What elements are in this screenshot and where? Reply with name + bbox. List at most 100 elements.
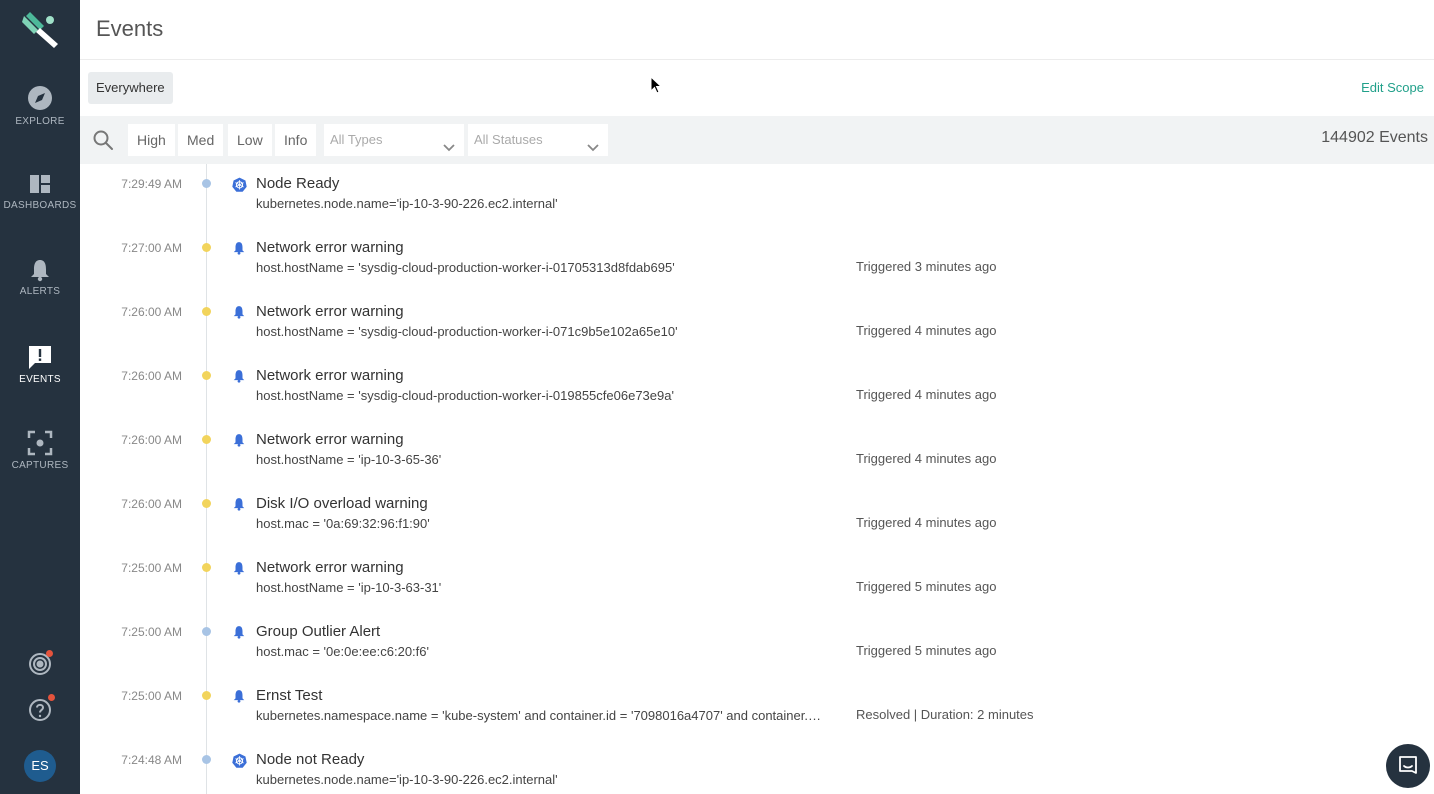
severity-dot — [202, 627, 211, 636]
event-title: Network error warning — [256, 431, 404, 448]
nav-dashboards-label: DASHBOARDS — [3, 200, 77, 211]
event-time: 7:26:00 AM — [121, 433, 182, 447]
severity-dot — [202, 371, 211, 380]
edit-scope-link[interactable]: Edit Scope — [1361, 80, 1424, 95]
event-title: Node not Ready — [256, 751, 365, 768]
event-row[interactable]: 7:25:00 AM Ernst Test kubernetes.namespace… — [80, 676, 1434, 740]
event-status: Triggered 3 minutes ago — [856, 259, 997, 274]
severity-dot — [202, 755, 211, 764]
event-row[interactable]: 7:26:00 AM Disk I/O overload warning host.… — [80, 484, 1434, 548]
mouse-cursor-icon — [650, 75, 663, 99]
event-status: Triggered 4 minutes ago — [856, 387, 997, 402]
event-scope: host.mac = '0a:69:32:96:f1:90' — [256, 516, 430, 531]
severity-low-button[interactable]: Low — [228, 124, 272, 156]
severity-high-button[interactable]: High — [128, 124, 175, 156]
event-alert-icon — [0, 344, 80, 370]
bell-icon — [232, 433, 246, 447]
nav-alerts[interactable]: ALERTS — [0, 258, 80, 328]
nav-alerts-label: ALERTS — [19, 286, 61, 297]
event-scope: host.hostName = 'ip-10-3-65-36' — [256, 452, 442, 467]
event-title: Ernst Test — [256, 687, 323, 704]
chat-button[interactable] — [1386, 744, 1430, 788]
event-row[interactable]: 7:26:00 AM Network error warning host.host… — [80, 292, 1434, 356]
notification-dot — [48, 694, 55, 701]
severity-med-button[interactable]: Med — [178, 124, 224, 156]
bell-icon — [0, 258, 80, 282]
search-icon[interactable] — [92, 129, 114, 156]
user-avatar[interactable]: ES — [24, 750, 56, 782]
event-title: Network error warning — [256, 239, 404, 256]
event-row[interactable]: 7:27:00 AM Network error warning host.host… — [80, 228, 1434, 292]
severity-dot — [202, 243, 211, 252]
kubernetes-icon — [232, 753, 247, 768]
event-scope: host.hostName = 'sysdig-cloud-production… — [256, 324, 678, 339]
bell-icon — [232, 305, 246, 319]
page-title: Events — [96, 16, 164, 41]
event-time: 7:26:00 AM — [121, 497, 182, 511]
statuses-select-value: All Statuses — [474, 132, 543, 147]
severity-info-button[interactable]: Info — [275, 124, 317, 156]
kubernetes-icon — [232, 177, 247, 192]
severity-dot — [202, 435, 211, 444]
event-scope: kubernetes.node.name='ip-10-3-90-226.ec2… — [256, 772, 558, 787]
bell-icon — [232, 497, 246, 511]
event-time: 7:26:00 AM — [121, 305, 182, 319]
dashboard-icon — [0, 172, 80, 196]
severity-dot — [202, 179, 211, 188]
event-status: Triggered 4 minutes ago — [856, 323, 997, 338]
event-title: Network error warning — [256, 303, 404, 320]
event-title: Network error warning — [256, 559, 404, 576]
severity-dot — [202, 691, 211, 700]
event-title: Node Ready — [256, 175, 340, 192]
event-row[interactable]: 7:29:49 AM Node Ready kubernetes.node.name… — [80, 164, 1434, 228]
page-header: Events — [80, 0, 1434, 60]
severity-dot — [202, 307, 211, 316]
nav-captures-label: CAPTURES — [11, 460, 69, 471]
event-time: 7:27:00 AM — [121, 241, 182, 255]
event-status: Triggered 5 minutes ago — [856, 643, 997, 658]
bell-icon — [232, 369, 246, 383]
event-time: 7:26:00 AM — [121, 369, 182, 383]
nav-explore[interactable]: EXPLORE — [0, 84, 80, 154]
event-time: 7:29:49 AM — [121, 177, 182, 191]
event-row[interactable]: 7:25:00 AM Group Outlier Alert host.mac = … — [80, 612, 1434, 676]
event-scope: kubernetes.node.name='ip-10-3-90-226.ec2… — [256, 196, 558, 211]
bell-icon — [232, 241, 246, 255]
statuses-select[interactable]: All Statuses — [468, 124, 608, 156]
chevron-down-icon — [442, 134, 456, 166]
event-row[interactable]: 7:26:00 AM Network error warning host.host… — [80, 356, 1434, 420]
event-time: 7:25:00 AM — [121, 561, 182, 575]
capture-icon — [0, 430, 80, 456]
help-icon[interactable] — [28, 698, 52, 722]
types-select[interactable]: All Types — [324, 124, 464, 156]
sysdig-logo-icon[interactable] — [20, 10, 60, 50]
event-row[interactable]: 7:26:00 AM Network error warning host.host… — [80, 420, 1434, 484]
event-title: Group Outlier Alert — [256, 623, 381, 640]
notification-dot — [46, 650, 53, 657]
scope-chip[interactable]: Everywhere — [88, 72, 173, 104]
nav-captures[interactable]: CAPTURES — [0, 430, 80, 500]
event-status: Triggered 4 minutes ago — [856, 451, 997, 466]
event-scope: kubernetes.namespace.name = 'kube-system… — [256, 708, 822, 723]
event-row[interactable]: 7:24:48 AM Node not Ready kubernetes.node.… — [80, 740, 1434, 794]
event-scope: host.hostName = 'ip-10-3-63-31' — [256, 580, 442, 595]
event-status: Resolved | Duration: 2 minutes — [856, 707, 1034, 722]
event-row[interactable]: 7:25:00 AM Network error warning host.host… — [80, 548, 1434, 612]
events-count: 144902 Events — [1321, 129, 1428, 146]
severity-dot — [202, 499, 211, 508]
nav-events[interactable]: EVENTS — [0, 344, 80, 414]
event-time: 7:25:00 AM — [121, 625, 182, 639]
event-time: 7:24:48 AM — [121, 753, 182, 767]
nav-dashboards[interactable]: DASHBOARDS — [0, 172, 80, 242]
severity-dot — [202, 563, 211, 572]
bell-icon — [232, 561, 246, 575]
bell-icon — [232, 689, 246, 703]
event-scope: host.mac = '0e:0e:ee:c6:20:f6' — [256, 644, 429, 659]
types-select-value: All Types — [330, 132, 383, 147]
event-status: Triggered 4 minutes ago — [856, 515, 997, 530]
nav-events-label: EVENTS — [19, 374, 61, 385]
nav-explore-label: EXPLORE — [15, 116, 65, 127]
bell-icon — [232, 625, 246, 639]
event-title: Disk I/O overload warning — [256, 495, 428, 512]
filter-bar: High Med Low Info All Types All Statuses… — [80, 116, 1434, 164]
